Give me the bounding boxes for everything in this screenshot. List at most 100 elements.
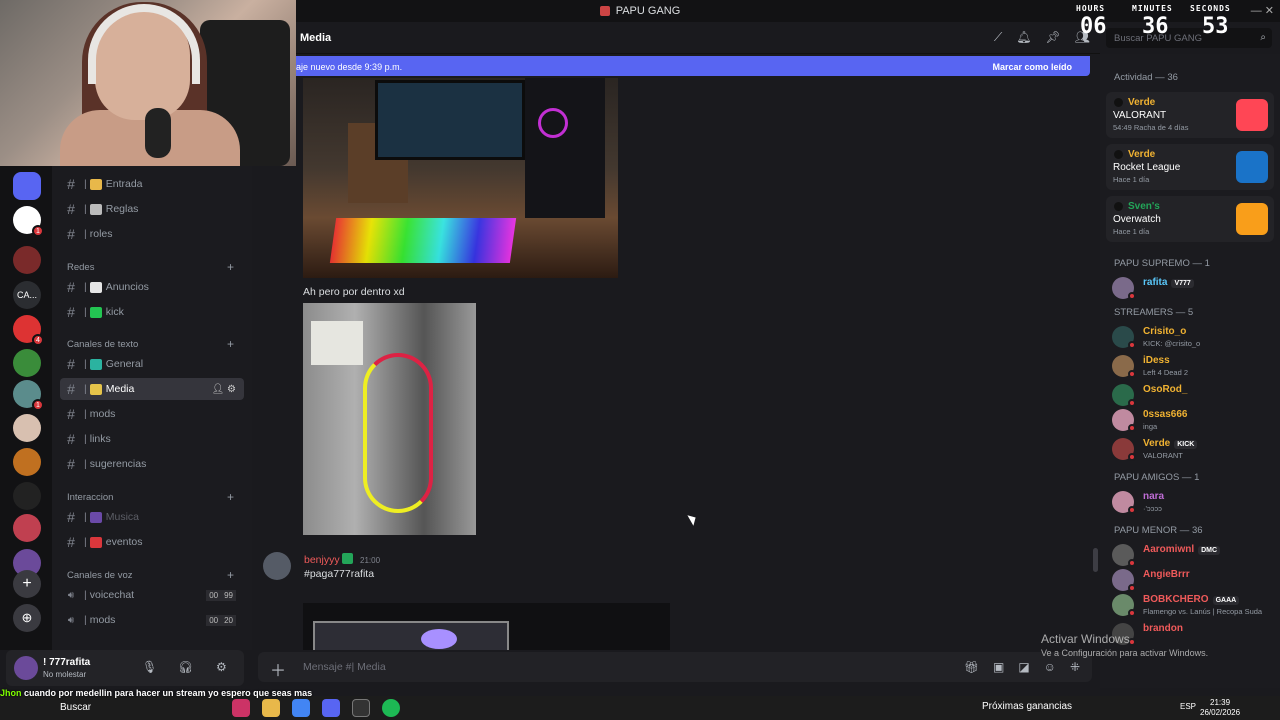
member-row[interactable]: iDess Left 4 Dead 2 [1106,352,1274,378]
member-row[interactable]: AngieBrrr [1106,566,1274,592]
add-channel-icon[interactable]: + [227,260,234,274]
server-icon[interactable] [13,448,41,476]
avatar[interactable] [14,656,38,680]
language-indicator[interactable]: ESP [1180,702,1196,711]
member-row[interactable]: Verde KICK VALORANT [1106,435,1274,461]
headphones-icon[interactable]: 🎧︎ [178,660,193,674]
sticker-icon[interactable]: ◪ [1018,660,1029,674]
channel-divider: | [84,458,87,470]
member-status: inga [1143,422,1158,431]
activity-detail: Hace 1 día [1113,175,1150,184]
channel-divider: | [84,614,87,626]
emoji-icon[interactable]: ☺ [1044,660,1056,674]
server-icon[interactable] [13,414,41,442]
channel-entrada[interactable]: # | Entrada [60,173,244,195]
channel-mods[interactable]: 🔊︎ | mods 00 20 [60,609,244,631]
attachment-image-pc-inside[interactable] [303,303,476,535]
server-icon[interactable]: CA... [13,281,41,309]
channel-list: # | Entrada # | Reglas # | roles Redes + # | Anuncios… [52,166,252,650]
pin-icon[interactable]: 📌︎ [1046,30,1061,45]
add-channel-icon[interactable]: + [227,337,234,351]
server-icon[interactable] [13,482,41,510]
channel-emoji-icon [89,358,102,370]
member-tag: V777 [1171,279,1194,288]
channel-sugerencias[interactable]: # | sugerencias [60,453,244,475]
channel-links[interactable]: # | links [60,428,244,450]
server-icon[interactable]: 1 [13,380,44,411]
home-icon[interactable] [13,172,41,200]
channel-roles[interactable]: # | roles [60,223,244,245]
activity-card[interactable]: Verde VALORANT 54:49 Racha de 4 días [1106,92,1274,138]
member-row[interactable]: 0ssas666 inga [1106,406,1274,432]
microphone-icon[interactable]: 🎙︎ [142,660,157,674]
voice-user-count: 00 99 [206,589,236,601]
hash-icon: # [67,509,75,525]
hash-icon: # [67,226,75,242]
member-row[interactable]: BOBKCHERO GAAA Flamengo vs. Lanús | Recopa… [1106,591,1274,617]
channel-reglas[interactable]: # | Reglas [60,198,244,220]
channel-voicechat[interactable]: 🔊︎ | voicechat 00 99 [60,584,244,606]
member-tag: DMC [1198,546,1221,555]
server-icon[interactable]: 1 [13,206,44,237]
discover-icon[interactable]: ⊕ [13,604,41,632]
add-channel-icon[interactable]: + [227,568,234,582]
channel-musica[interactable]: # | Musica [60,506,244,528]
channel-name: sugerencias [89,458,147,470]
mark-read-button[interactable]: Marcar como leído [992,62,1072,72]
user-panel: ! 777rafita No molestar 🎙︎ 🎧︎ ⚙ [6,650,244,686]
channel-mods[interactable]: # | mods [60,403,244,425]
category-header[interactable]: Canales de voz + [67,568,234,582]
member-row[interactable]: rafita V777 [1106,274,1274,300]
status-indicator [1128,609,1136,617]
channel-name: General [105,358,144,370]
channel-kick[interactable]: # | kick [60,301,244,323]
category-header[interactable]: Interaccion + [67,490,234,504]
channel-divider: | [84,383,87,395]
activity-card[interactable]: Sven's Overwatch Hace 1 día [1106,196,1274,242]
bell-icon[interactable]: 🔔︎ [1016,30,1031,45]
scrollbar-thumb[interactable] [1093,548,1098,572]
channel-name: voicechat [89,589,135,601]
add-attachment-button[interactable]: ＋ [270,657,286,681]
member-row[interactable]: nara ·'ᴐᴐᴐᴐ [1106,488,1274,514]
add-channel-icon[interactable]: + [227,490,234,504]
channel-general[interactable]: # | General [60,353,244,375]
category-header[interactable]: Redes + [67,260,234,274]
member-row[interactable]: Crisito_o KICK: @crisito_o [1106,323,1274,349]
message-composer[interactable]: ＋ Mensaje #| Media 🎁︎ ▣ ◪ ☺ ⁜ [258,652,1092,682]
window-controls[interactable]: — ✕ [1251,4,1274,17]
server-icon[interactable]: 4 [13,315,44,346]
channel-anuncios[interactable]: # | Anuncios [60,276,244,298]
activate-windows-watermark: Activar Windows Ve a Configuración para … [1041,632,1208,658]
activity-card[interactable]: Verde Rocket League Hace 1 día [1106,144,1274,190]
composer-placeholder: Mensaje #| Media [303,661,386,673]
channel-eventos[interactable]: # | eventos [60,531,244,553]
attachment-image-desk[interactable] [303,78,618,278]
invite-and-settings-icons[interactable]: 👤︎ ⚙ [212,384,236,395]
member-row[interactable]: Aaromiwnl DMC [1106,541,1274,567]
server-icon[interactable] [13,246,41,274]
gift-icon[interactable]: 🎁︎ [964,660,979,674]
add-server-icon[interactable]: + [13,570,41,598]
gear-icon[interactable]: ⚙ [216,660,227,674]
channel-divider: | [84,589,87,601]
new-messages-bar[interactable]: aje nuevo desde 9:39 p.m. Marcar como le… [290,56,1090,76]
server-icon[interactable] [13,349,41,377]
channel-media[interactable]: # | Media 👤︎ ⚙ [60,378,244,400]
gif-icon[interactable]: ▣ [993,660,1004,674]
news-widget[interactable]: Próximas ganancias [982,701,1072,712]
clock[interactable]: 21:39 26/02/2026 [1200,698,1240,718]
attachment-image-monitor[interactable] [303,603,670,650]
apps-icon[interactable]: ⁜ [1070,660,1080,674]
avatar[interactable] [263,552,291,580]
avatar [1114,202,1123,211]
member-row[interactable]: OsoRod_ [1106,381,1274,407]
message-list[interactable]: Ah pero por dentro xd benjyyy 21:00 #pag… [252,78,1100,650]
count-current: 00 [206,614,222,626]
member-group-header: PAPU MENOR — 36 [1114,525,1203,536]
server-icon[interactable] [13,514,41,542]
message-author[interactable]: benjyyy [304,554,340,566]
threads-icon[interactable]: ⟋ [994,30,1002,45]
category-header[interactable]: Canales de texto + [67,337,234,351]
stream-timer: HOURS MINUTES SECONDS 06 36 53 [1062,2,1252,39]
